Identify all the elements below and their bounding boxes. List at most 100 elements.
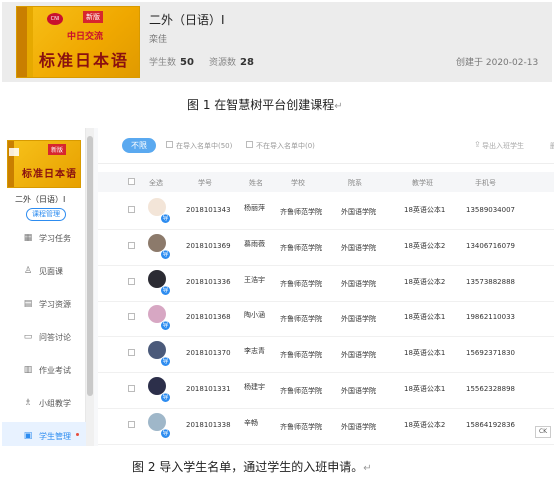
column-header: 学号: [198, 179, 212, 187]
filter-all-button[interactable]: 不限: [122, 138, 156, 153]
delete-button[interactable]: 删: [550, 141, 554, 151]
resource-count-value: 28: [240, 57, 254, 68]
book-title: 标准日本语: [39, 51, 130, 70]
student-name: 王浩宇: [244, 275, 265, 284]
table-row[interactable]: 导 2018101368 陶小涵 齐鲁师范学院 外国语学院 18英语公本1 19862110…: [98, 301, 554, 338]
sidebar-item-resources[interactable]: ▤ 学习资源: [2, 290, 86, 318]
student-id: 2018101343: [186, 206, 231, 214]
phone-number: 15692371830: [466, 349, 515, 358]
select-all-checkbox[interactable]: [128, 178, 135, 185]
avatar: [148, 412, 166, 431]
row-checkbox[interactable]: [128, 313, 135, 321]
sidebar-item-label: 问答讨论: [39, 333, 71, 342]
school-name: 齐鲁师范学院: [280, 279, 322, 288]
sidebar-item-students[interactable]: ▣ 学生管理: [2, 422, 86, 446]
course-card[interactable]: CNI 新版 中日交流 标准日本语 二外（日语）I 栾佳 学生数 50 资源数 28…: [2, 2, 552, 82]
student-count: 学生数 50: [149, 55, 194, 68]
column-header: 姓名: [249, 179, 263, 187]
export-students-button[interactable]: 导出入班学生: [482, 141, 524, 151]
home-icon[interactable]: [9, 148, 19, 156]
row-checkbox[interactable]: [128, 206, 135, 213]
phone-number: 15562328898: [466, 385, 515, 393]
table-row[interactable]: 导 2018101343 杨丽萍 齐鲁师范学院 外国语学院 18英语公本1 13589034…: [98, 194, 554, 230]
student-id: 2018101370: [186, 349, 231, 358]
school-name: 齐鲁师范学院: [280, 422, 322, 431]
sidebar-item-qa[interactable]: ▭ 问答讨论: [2, 323, 86, 351]
filter-toolbar: 不限 在导入名单中(50) 不在导入名单中(0) ⇪ 导出入班学生 删: [98, 128, 554, 164]
student-id: 2018101368: [186, 313, 231, 322]
row-checkbox[interactable]: [128, 277, 135, 285]
phone-number: 15864192836: [466, 420, 515, 429]
student-name: 陶小涵: [244, 311, 265, 320]
sidebar: 新版 标准日本语 二外（日语）I 课程管理 ▦ 学习任务 ♙ 见面课 ▤ 学习资…: [2, 128, 86, 446]
table-row[interactable]: 导 2018101338 辛畅 齐鲁师范学院 外国语学院 18英语公本2 158641928…: [98, 409, 554, 445]
imported-badge: 导: [161, 321, 170, 331]
sidebar-item-label: 学习任务: [39, 234, 71, 243]
scrollbar-thumb[interactable]: [87, 136, 93, 396]
ck-button[interactable]: CK: [535, 426, 551, 438]
in-list-checkbox[interactable]: [166, 141, 173, 148]
column-header: 手机号: [475, 179, 496, 187]
student-list-panel: 不限 在导入名单中(50) 不在导入名单中(0) ⇪ 导出入班学生 删 全选 学…: [98, 128, 554, 446]
sidebar-item-tasks[interactable]: ▦ 学习任务: [2, 224, 86, 252]
student-name: 杨建宇: [244, 383, 265, 391]
table-row[interactable]: 导 2018101370 李志青 齐鲁师范学院 外国语学院 18英语公本1 15692371…: [98, 337, 554, 374]
table-row[interactable]: 导 2018101336 王浩宇 齐鲁师范学院 外国语学院 18英语公本2 13573882…: [98, 266, 554, 302]
teaching-class: 18英语公本2: [404, 241, 446, 250]
student-id: 2018101369: [186, 241, 231, 250]
not-in-list-label[interactable]: 不在导入名单中(0): [256, 141, 315, 151]
table-row[interactable]: 导 2018101331 杨建宇 齐鲁师范学院 外国语学院 18英语公本1 15562328…: [98, 373, 554, 409]
not-in-list-checkbox[interactable]: [246, 141, 253, 148]
student-name: 辛畅: [244, 418, 258, 427]
student-name: 慕雨薇: [244, 239, 265, 248]
department: 外国语学院: [341, 422, 376, 431]
phone-number: 13589034007: [466, 206, 515, 214]
group-icon: ♗: [23, 398, 33, 408]
sidebar-item-homework[interactable]: ▥ 作业考试: [2, 356, 86, 384]
sidebar-item-groups[interactable]: ♗ 小组教学: [2, 389, 86, 417]
row-checkbox[interactable]: [128, 385, 135, 392]
course-title[interactable]: 二外（日语）I: [149, 11, 225, 28]
new-edition-badge: 新版: [83, 11, 103, 23]
department: 外国语学院: [341, 243, 376, 252]
student-id: 2018101336: [186, 277, 231, 286]
sidebar-item-label: 见面课: [39, 267, 63, 276]
department: 外国语学院: [341, 315, 376, 324]
column-header[interactable]: 全选: [149, 178, 163, 188]
created-date: 创建于 2020-02-13: [456, 58, 539, 68]
task-icon: ▦: [23, 233, 33, 243]
student-count-value: 50: [180, 57, 194, 68]
export-icon[interactable]: ⇪: [474, 140, 481, 149]
column-header: 院系: [348, 179, 362, 187]
folder-icon: ▤: [23, 299, 33, 309]
chat-icon: ▭: [23, 332, 33, 342]
figure-1-caption: 图 1 在智慧树平台创建课程↵: [187, 96, 343, 113]
publisher-logo-icon: CNI: [47, 13, 63, 25]
book-subtitle: 中日交流: [67, 32, 104, 42]
teacher-name: 栾佳: [149, 35, 168, 45]
student-name: 杨丽萍: [244, 204, 265, 212]
teaching-class: 18英语公本1: [404, 206, 446, 214]
sidebar-scrollbar[interactable]: [86, 128, 94, 446]
teaching-class: 18英语公本1: [404, 385, 446, 393]
row-checkbox[interactable]: [128, 349, 135, 357]
figure-2-caption: 图 2 导入学生名单，通过学生的入班申请。↵: [132, 458, 372, 475]
school-name: 齐鲁师范学院: [280, 315, 322, 324]
row-checkbox[interactable]: [128, 420, 135, 428]
school-name: 齐鲁师范学院: [280, 208, 322, 216]
students-icon: ▣: [23, 431, 33, 441]
sidebar-item-label: 小组教学: [39, 399, 71, 408]
student-name: 李志青: [244, 347, 265, 356]
imported-badge: 导: [161, 249, 170, 259]
table-row[interactable]: 导 2018101369 慕雨薇 齐鲁师范学院 外国语学院 18英语公本2 13406716…: [98, 230, 554, 266]
imported-badge: 导: [161, 285, 170, 295]
row-checkbox[interactable]: [128, 241, 135, 249]
school-name: 齐鲁师范学院: [280, 351, 322, 360]
course-manage-button[interactable]: 课程管理: [26, 208, 66, 221]
department: 外国语学院: [341, 387, 376, 395]
column-header: 教学班: [412, 179, 433, 187]
imported-badge: 导: [161, 357, 170, 367]
sidebar-item-label: 学生管理: [39, 432, 71, 441]
in-list-label[interactable]: 在导入名单中(50): [176, 141, 232, 151]
sidebar-item-meetings[interactable]: ♙ 见面课: [2, 257, 86, 285]
